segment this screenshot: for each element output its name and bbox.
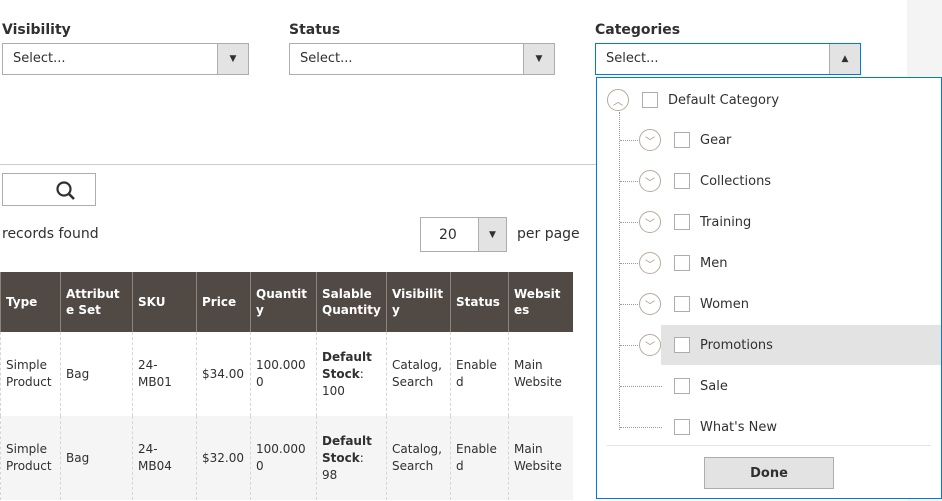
table-row[interactable]: Simple Product Bag 24-MB01 $34.00 100.00… xyxy=(0,332,573,416)
cell-type: Simple Product xyxy=(0,416,61,500)
cell-salable-quantity: Default Stock: 100 xyxy=(316,332,387,416)
cell-websites: Main Website xyxy=(508,332,573,416)
stock-name: Default Stock xyxy=(322,349,372,381)
tree-node[interactable]: ﹀ Collections xyxy=(639,161,771,201)
category-label: What's New xyxy=(700,419,777,435)
table-row[interactable]: Simple Product Bag 24-MB04 $32.00 100.00… xyxy=(0,416,573,500)
status-filter-select[interactable]: Select... ▼ xyxy=(289,43,555,75)
expand-icon[interactable]: ﹀ xyxy=(639,129,661,151)
category-checkbox[interactable] xyxy=(674,419,690,435)
expand-icon[interactable]: ﹀ xyxy=(639,293,661,315)
category-checkbox[interactable] xyxy=(642,92,658,108)
cell-salable-quantity: Default Stock: 98 xyxy=(316,416,387,500)
column-header-type[interactable]: Type xyxy=(0,272,61,332)
category-label: Gear xyxy=(700,132,732,148)
records-found-text: records found xyxy=(2,226,99,242)
cell-sku: 24-MB04 xyxy=(132,416,197,500)
categories-filter-select[interactable]: Select... ▲ xyxy=(595,43,861,75)
cell-status: Enabled xyxy=(450,416,509,500)
column-header-sku[interactable]: SKU xyxy=(132,272,197,332)
column-header-attribute-set[interactable]: Attribute Set xyxy=(60,272,133,332)
category-checkbox[interactable] xyxy=(674,296,690,312)
tree-line xyxy=(619,112,620,430)
status-filter-value: Select... xyxy=(300,51,353,66)
expand-icon[interactable]: ﹀ xyxy=(639,211,661,233)
visibility-filter-value: Select... xyxy=(13,51,66,66)
tree-node[interactable]: What's New xyxy=(639,407,777,447)
done-button[interactable]: Done xyxy=(704,457,834,489)
chevron-down-icon: ▼ xyxy=(478,218,506,251)
column-header-salable-quantity[interactable]: Salable Quantity xyxy=(316,272,387,332)
stock-name: Default Stock xyxy=(322,433,372,465)
cell-attribute-set: Bag xyxy=(60,332,133,416)
category-checkbox[interactable] xyxy=(674,378,690,394)
tree-line xyxy=(620,263,638,264)
cell-price: $32.00 xyxy=(196,416,251,500)
per-page-label: per page xyxy=(517,226,580,242)
category-label: Training xyxy=(700,214,752,230)
column-header-websites[interactable]: Websites xyxy=(508,272,573,332)
category-checkbox[interactable] xyxy=(674,337,690,353)
category-label: Default Category xyxy=(668,92,780,108)
tree-line xyxy=(620,304,638,305)
cell-visibility: Catalog, Search xyxy=(386,416,451,500)
cell-websites: Main Website xyxy=(508,416,573,500)
chevron-down-icon: ▼ xyxy=(217,44,248,74)
category-label: Sale xyxy=(700,378,728,394)
stock-value: 98 xyxy=(322,467,338,482)
categories-filter-value: Select... xyxy=(606,51,659,66)
product-grid: Type Attribute Set SKU Price Quantity Sa… xyxy=(0,272,573,500)
chevron-down-icon: ▼ xyxy=(523,44,554,74)
expand-icon[interactable]: ﹀ xyxy=(639,252,661,274)
column-header-visibility[interactable]: Visibility xyxy=(386,272,451,332)
cell-price: $34.00 xyxy=(196,332,251,416)
tree-node[interactable]: ﹀ Training xyxy=(639,202,751,242)
tree-node-default-category[interactable]: ︿ Default Category xyxy=(607,80,779,120)
categories-filter-label: Categories xyxy=(595,22,681,38)
per-page-value: 20 xyxy=(439,227,457,243)
category-label: Collections xyxy=(700,173,772,189)
expand-icon[interactable]: ﹀ xyxy=(639,170,661,192)
tree-node[interactable]: ﹀ Men xyxy=(639,243,727,283)
category-label: Men xyxy=(700,255,728,271)
column-header-quantity[interactable]: Quantity xyxy=(250,272,317,332)
tree-node[interactable]: ﹀ Promotions xyxy=(639,325,773,365)
tree-node[interactable]: ﹀ Gear xyxy=(639,120,731,160)
category-checkbox[interactable] xyxy=(674,173,690,189)
per-page-select[interactable]: 20 ▼ xyxy=(420,217,507,252)
cell-sku: 24-MB01 xyxy=(132,332,197,416)
cell-attribute-set: Bag xyxy=(60,416,133,500)
cell-type: Simple Product xyxy=(0,332,61,416)
keyword-search-input[interactable] xyxy=(2,173,96,206)
tree-line xyxy=(620,181,638,182)
column-header-status[interactable]: Status xyxy=(450,272,509,332)
status-filter-label: Status xyxy=(289,22,341,38)
category-label: Promotions xyxy=(700,337,773,353)
tree-node[interactable]: Sale xyxy=(639,366,728,406)
tree-line xyxy=(620,345,638,346)
cell-visibility: Catalog, Search xyxy=(386,332,451,416)
visibility-filter-select[interactable]: Select... ▼ xyxy=(2,43,249,75)
category-checkbox[interactable] xyxy=(674,132,690,148)
tree-line xyxy=(620,222,638,223)
expand-icon[interactable]: ﹀ xyxy=(639,334,661,356)
collapse-icon[interactable]: ︿ xyxy=(607,89,629,111)
column-header-price[interactable]: Price xyxy=(196,272,251,332)
category-checkbox[interactable] xyxy=(674,214,690,230)
cell-status: Enabled xyxy=(450,332,509,416)
stock-value: 100 xyxy=(322,383,345,398)
cell-quantity: 100.0000 xyxy=(250,416,317,500)
tree-node[interactable]: ﹀ Women xyxy=(639,284,749,324)
visibility-filter-label: Visibility xyxy=(2,22,71,38)
chevron-up-icon: ▲ xyxy=(829,44,860,74)
category-checkbox[interactable] xyxy=(674,255,690,271)
tree-line xyxy=(620,140,638,141)
category-tree-dropdown: ︿ Default Category ﹀ Gear ﹀ Collections ﹀ Tra… xyxy=(596,77,942,499)
cell-quantity: 100.0000 xyxy=(250,332,317,416)
search-icon[interactable] xyxy=(55,180,77,202)
category-label: Women xyxy=(700,296,749,312)
divider xyxy=(607,445,931,446)
